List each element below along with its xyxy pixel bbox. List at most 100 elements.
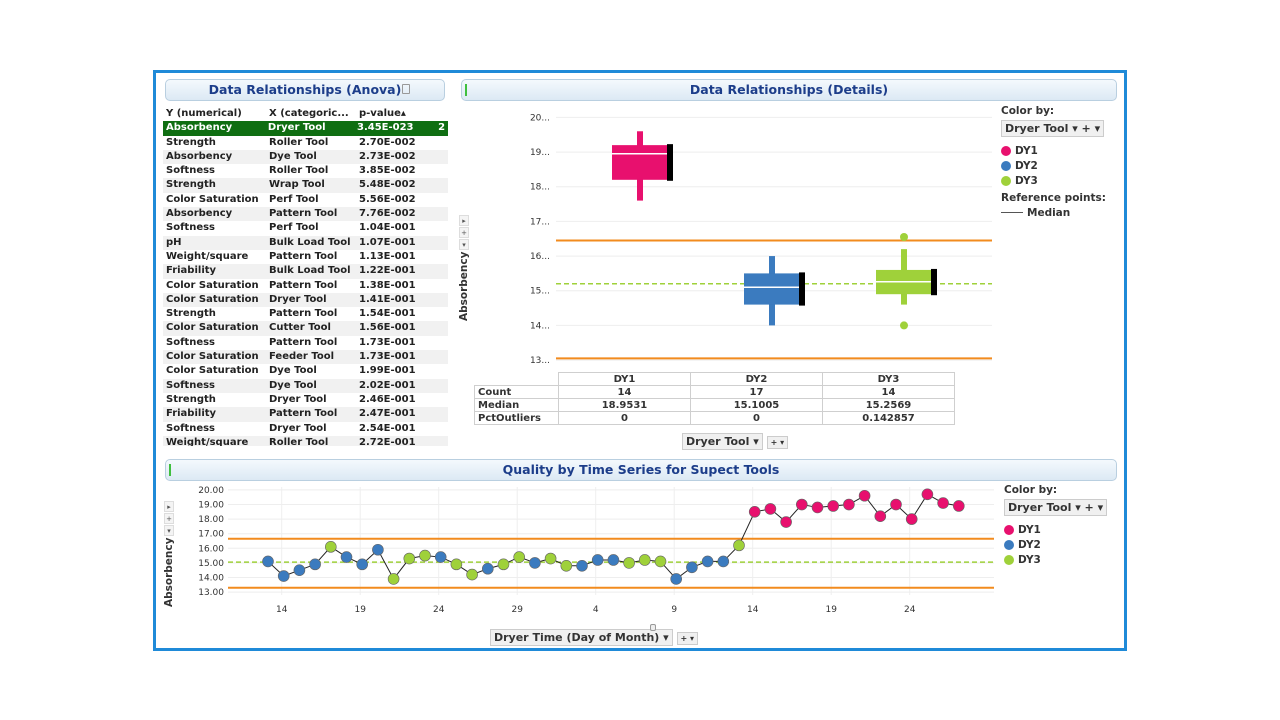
table-cell: 2.73E-002 (359, 150, 416, 162)
axis-expand-icon[interactable]: ▾ (164, 525, 174, 536)
data-point-dy2 (293, 564, 306, 576)
axis-menu-icon[interactable]: ▸ (164, 501, 174, 512)
column-header-y[interactable]: Y (numerical) (163, 107, 266, 121)
y-tick-label: 16.00 (198, 544, 224, 554)
stats-label: PctOutliers (474, 411, 559, 425)
table-row[interactable]: Softness Perf Tool 1.04E-001 (163, 221, 448, 235)
data-point-dy2 (340, 551, 353, 563)
axis-expand-icon[interactable]: ▾ (459, 239, 469, 250)
table-row[interactable]: Color Saturation Feeder Tool 1.73E-001 (163, 350, 448, 365)
x-axis-add-button[interactable]: + ▾ (766, 436, 789, 449)
details-y-axis-label[interactable]: Absorbency (458, 252, 470, 321)
table-cell: Absorbency (166, 208, 233, 220)
legend-label-dy3: DY3 (1015, 174, 1038, 187)
legend-item-dy1[interactable]: DY1 (1001, 143, 1106, 158)
anova-table: Y (numerical) X (categoric... p-value▴ A… (163, 107, 448, 446)
details-axis-controls: ▸ + ▾ (459, 215, 469, 251)
data-point-dy2 (607, 554, 620, 566)
table-row[interactable]: Weight/square Roller Tool 2.72E-001 (163, 435, 448, 446)
table-cell: Dryer Tool (269, 293, 327, 305)
timeseries-y-axis-label[interactable]: Absorbency (163, 538, 175, 607)
color-by-dropdown[interactable]: Dryer Tool ▾ + ▾ (1004, 499, 1108, 516)
table-cell: 3.45E-023 (356, 122, 414, 134)
x-tick-label: 19 (354, 605, 366, 615)
stats-label: Count (474, 385, 559, 399)
table-cell: 1.54E-001 (359, 308, 416, 320)
axis-add-icon[interactable]: + (459, 227, 469, 238)
table-cell: pH (166, 236, 182, 248)
table-cell: Color Saturation (166, 351, 259, 363)
table-cell: Strength (166, 308, 216, 320)
table-row[interactable]: Weight/square Pattern Tool 1.13E-001 (163, 250, 448, 264)
table-row[interactable]: Color Saturation Cutter Tool 1.56E-001 (163, 321, 448, 336)
x-tick-label: 4 (593, 605, 599, 615)
range-slider-handle[interactable] (650, 624, 656, 631)
legend-item-dy3[interactable]: DY3 (1001, 173, 1106, 188)
table-cell: Pattern Tool (269, 250, 338, 262)
data-point-dy3 (623, 557, 635, 569)
table-cell: 1.73E-001 (359, 336, 416, 348)
legend-item-dy3[interactable]: DY3 (1004, 552, 1107, 567)
data-point-dy3 (387, 573, 400, 585)
table-row[interactable]: Softness Roller Tool 3.85E-002 (163, 164, 448, 178)
table-row[interactable]: Absorbency Dye Tool 2.73E-002 (163, 149, 448, 165)
table-row[interactable]: Color Saturation Pattern Tool 1.38E-001 (163, 279, 448, 293)
table-cell: 5.48E-002 (359, 179, 416, 191)
table-cell: Absorbency (166, 122, 233, 134)
x-tick-label: 29 (511, 605, 523, 615)
table-row[interactable]: Friability Pattern Tool 2.47E-001 (163, 407, 448, 422)
dy2-swatch-icon (1001, 160, 1011, 171)
color-by-dropdown[interactable]: Dryer Tool ▾ + ▾ (1001, 120, 1105, 137)
dy1-swatch-icon (1001, 145, 1011, 156)
table-row[interactable]: Strength Roller Tool 2.70E-002 (163, 136, 448, 150)
panel-marker-icon (169, 464, 171, 476)
legend-item-dy1[interactable]: DY1 (1004, 522, 1107, 537)
axis-add-icon[interactable]: + (164, 513, 174, 524)
trash-icon[interactable] (402, 84, 410, 94)
table-row[interactable]: Color Saturation Dye Tool 1.99E-001 (163, 364, 448, 378)
data-point-dy1 (811, 501, 824, 514)
legend-item-dy2[interactable]: DY2 (1004, 537, 1107, 552)
table-cell: Pattern Tool (269, 308, 338, 320)
table-row[interactable]: Strength Pattern Tool 1.54E-001 (163, 307, 448, 321)
table-row[interactable]: Strength Wrap Tool 5.48E-002 (163, 178, 448, 193)
details-panel-header: Data Relationships (Details) (461, 79, 1117, 101)
data-point-dy3 (560, 560, 573, 572)
x-tick-label: 24 (433, 605, 445, 615)
legend-item-dy2[interactable]: DY2 (1001, 158, 1106, 173)
timeseries-panel-header: Quality by Time Series for Supect Tools (165, 459, 1117, 481)
axis-menu-icon[interactable]: ▸ (459, 215, 469, 226)
table-row[interactable]: Color Saturation Dryer Tool 1.41E-001 (163, 292, 448, 308)
timeseries-panel-title: Quality by Time Series for Supect Tools (502, 462, 780, 477)
table-row[interactable]: Strength Dryer Tool 2.46E-001 (163, 393, 448, 407)
x-axis-dropdown[interactable]: Dryer Time (Day of Month) ▾ (490, 629, 673, 646)
table-cell: Roller Tool (269, 165, 329, 177)
stats-cell: 14 (558, 385, 691, 399)
x-axis-dropdown[interactable]: Dryer Tool ▾ (682, 433, 763, 450)
x-tick-label: 19 (825, 605, 837, 615)
table-row[interactable]: pH Bulk Load Tool 1.07E-001 (163, 235, 448, 250)
table-row[interactable]: Softness Pattern Tool 1.73E-001 (163, 336, 448, 350)
x-axis-add-button[interactable]: + ▾ (676, 632, 699, 645)
table-cell: Absorbency (166, 150, 233, 162)
table-row[interactable]: Softness Dye Tool 2.02E-001 (163, 378, 448, 393)
table-cell: Color Saturation (166, 293, 259, 305)
table-row[interactable]: Absorbency Pattern Tool 7.76E-002 (163, 207, 448, 222)
data-point-dy1 (937, 497, 949, 509)
table-cell: 2.54E-001 (359, 422, 416, 434)
box-median-marker (667, 144, 673, 181)
table-cell: Softness (166, 165, 216, 177)
table-row[interactable]: Color Saturation Perf Tool 5.56E-002 (163, 193, 448, 207)
table-row[interactable]: Softness Dryer Tool 2.54E-001 (163, 422, 448, 436)
table-cell: Feeder Tool (269, 351, 335, 363)
table-row[interactable]: Friability Bulk Load Tool 1.22E-001 (163, 264, 448, 279)
data-point-dy2 (309, 558, 321, 571)
column-header-x[interactable]: X (categoric... (266, 107, 356, 121)
table-row[interactable]: Absorbency Dryer Tool 3.45E-023 2 (163, 121, 448, 136)
table-cell: Bulk Load Tool (269, 236, 351, 248)
legend-label-dy2: DY2 (1015, 159, 1038, 172)
column-header-pvalue[interactable]: p-value▴ (356, 107, 441, 121)
legend-label-dy2: DY2 (1018, 538, 1041, 551)
data-point-dy3 (513, 551, 526, 563)
legend-item-median[interactable]: Median (1001, 205, 1106, 220)
